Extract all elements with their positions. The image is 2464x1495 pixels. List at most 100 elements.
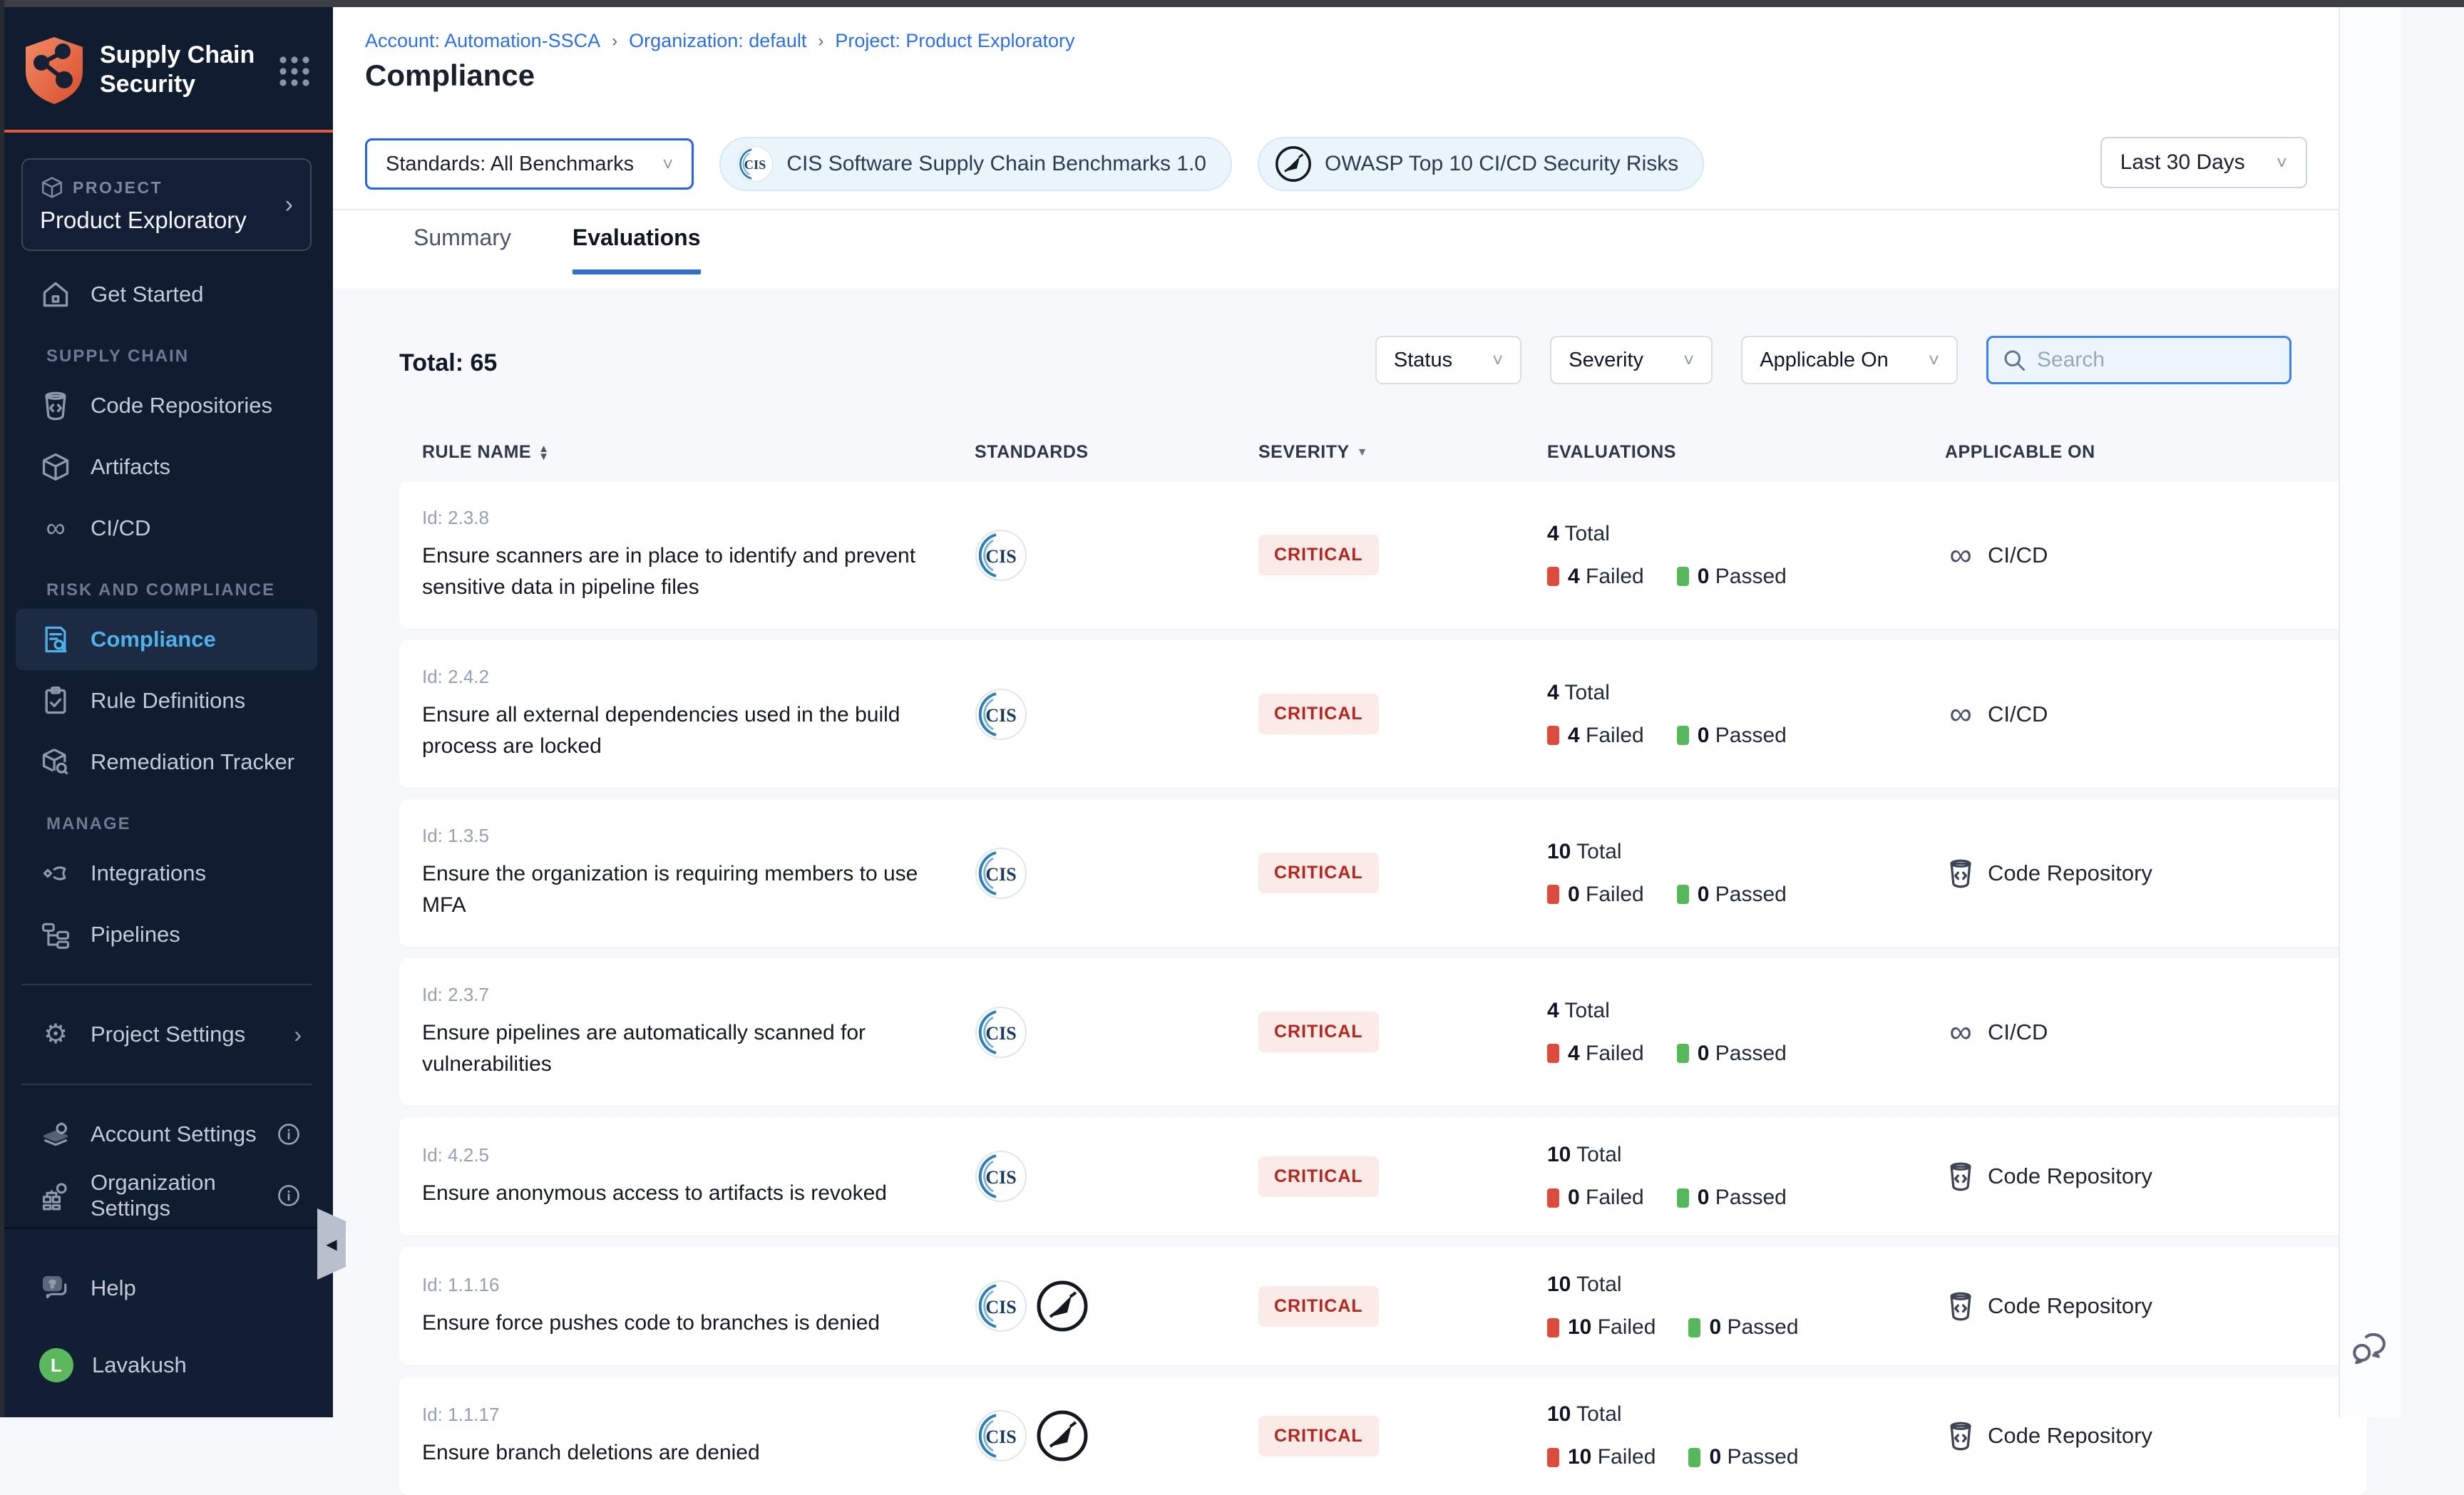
cicd-infinity-icon: ∞ <box>1945 1017 1976 1048</box>
cicd-infinity-icon: ∞ <box>1945 540 1976 571</box>
sidebar-item-rule-definitions[interactable]: Rule Definitions <box>0 670 333 731</box>
chip-cis-benchmark[interactable]: CIS Software Supply Chain Benchmarks 1.0 <box>719 137 1232 191</box>
eval-passed-label: Passed <box>1715 724 1787 747</box>
chip-owasp-top10[interactable]: OWASP Top 10 CI/CD Security Risks <box>1258 137 1704 191</box>
column-severity: SEVERITY ▼ <box>1208 442 1494 463</box>
chip-label: CIS Software Supply Chain Benchmarks 1.0 <box>786 152 1206 176</box>
standards-dropdown[interactable]: Standards: All Benchmarks ˅ <box>365 138 694 190</box>
support-chat-icon[interactable] <box>2348 1326 2391 1369</box>
cicd-infinity-icon: ∞ <box>1945 699 1976 730</box>
account-layers-icon <box>39 1118 72 1151</box>
sort-icon[interactable]: ▲▼ <box>538 445 549 461</box>
eval-passed-label: Passed <box>1715 883 1787 906</box>
failed-indicator <box>1547 885 1559 904</box>
applicable-on-label: Code Repository <box>1988 860 2152 886</box>
applicable-on-filter-dropdown[interactable]: Applicable On ˅ <box>1741 336 1958 384</box>
rule-id: Id: 2.4.2 <box>422 666 948 688</box>
sort-desc-icon[interactable]: ▼ <box>1357 446 1368 459</box>
project-selector[interactable]: PROJECT Product Exploratory › <box>21 158 312 251</box>
sidebar-item-artifacts[interactable]: Artifacts <box>0 436 333 498</box>
severity-badge: CRITICAL <box>1258 1286 1379 1327</box>
column-rule-name: RULE NAME ▲▼ <box>399 442 948 463</box>
search-input[interactable] <box>2037 348 2276 372</box>
breadcrumb-project[interactable]: Project: Product Exploratory <box>835 30 1074 52</box>
right-gutter <box>2339 7 2401 1417</box>
search-icon <box>2001 347 2027 373</box>
passed-indicator <box>1688 1448 1700 1467</box>
sidebar-item-get-started[interactable]: Get Started <box>0 264 333 325</box>
eval-total-count: 4 <box>1547 522 1559 545</box>
sidebar-item-compliance[interactable]: Compliance <box>16 609 317 670</box>
tab-bar: Summary Evaluations <box>414 225 701 274</box>
pipelines-flow-icon <box>39 918 72 951</box>
passed-indicator <box>1677 885 1689 904</box>
failed-indicator <box>1547 1044 1559 1063</box>
eval-passed-label: Passed <box>1715 1186 1787 1209</box>
severity-filter-dropdown[interactable]: Severity ˅ <box>1550 336 1713 384</box>
table-row[interactable]: Id: 1.3.5 Ensure the organization is req… <box>399 799 2367 947</box>
eval-failed-label: Failed <box>1586 1042 1644 1065</box>
info-icon[interactable] <box>276 1183 302 1208</box>
table-row[interactable]: Id: 1.1.17 Ensure branch deletions are d… <box>399 1377 2367 1495</box>
breadcrumb-account[interactable]: Account: Automation-SSCA <box>365 30 600 52</box>
sidebar-item-project-settings[interactable]: ⚙ Project Settings › <box>0 1004 333 1065</box>
applicable-on-label: Code Repository <box>1988 1293 2152 1319</box>
eval-passed-label: Passed <box>1727 1445 1798 1469</box>
sidebar-item-pipelines[interactable]: Pipelines <box>0 904 333 965</box>
eval-failed-count: 0 <box>1568 883 1580 906</box>
breadcrumb-organization[interactable]: Organization: default <box>629 30 806 52</box>
date-range-dropdown[interactable]: Last 30 Days ˅ <box>2100 137 2307 188</box>
chevron-down-icon: ˅ <box>1929 349 1939 371</box>
breadcrumb: Account: Automation-SSCA › Organization:… <box>365 30 1075 52</box>
sidebar-item-integrations[interactable]: Integrations <box>0 843 333 904</box>
sidebar-item-cicd[interactable]: ∞ CI/CD <box>0 498 333 559</box>
eval-failed-label: Failed <box>1586 883 1644 906</box>
help-chat-icon: ? <box>39 1272 72 1305</box>
sidebar-item-account-settings[interactable]: Account Settings <box>0 1104 333 1165</box>
eval-passed-count: 0 <box>1698 1186 1710 1209</box>
code-repository-icon <box>1945 1290 1976 1322</box>
eval-passed-count: 0 <box>1698 1042 1710 1065</box>
home-icon <box>39 278 72 311</box>
eval-total-count: 10 <box>1547 1402 1571 1426</box>
cis-standard-icon <box>975 1006 1027 1059</box>
table-row[interactable]: Id: 2.3.7 Ensure pipelines are automatic… <box>399 958 2367 1106</box>
rule-id: Id: 2.3.8 <box>422 507 948 529</box>
gear-icon: ⚙ <box>39 1018 72 1051</box>
table-row[interactable]: Id: 2.3.8 Ensure scanners are in place t… <box>399 481 2367 629</box>
info-icon[interactable] <box>276 1121 302 1147</box>
eval-passed-label: Passed <box>1715 1042 1787 1065</box>
compliance-doc-search-icon <box>39 623 72 656</box>
sidebar-item-label: Account Settings <box>91 1121 257 1147</box>
rule-id: Id: 1.1.16 <box>422 1274 948 1296</box>
code-repository-icon <box>1945 1420 1976 1452</box>
table-row[interactable]: Id: 4.2.5 Ensure anonymous access to art… <box>399 1117 2367 1235</box>
chevron-right-icon: › <box>294 1022 302 1048</box>
sidebar-item-organization-settings[interactable]: Organization Settings <box>0 1165 333 1226</box>
severity-badge: CRITICAL <box>1258 1012 1379 1052</box>
status-filter-dropdown[interactable]: Status ˅ <box>1375 336 1521 384</box>
help-button[interactable]: ? Help <box>0 1258 333 1319</box>
status-filter-label: Status <box>1394 349 1452 372</box>
tab-evaluations[interactable]: Evaluations <box>573 225 701 274</box>
table-row[interactable]: Id: 2.4.2 Ensure all external dependenci… <box>399 640 2367 788</box>
user-menu[interactable]: L Lavakush <box>0 1335 333 1396</box>
tab-summary[interactable]: Summary <box>414 225 511 274</box>
eval-failed-count: 0 <box>1568 1186 1580 1209</box>
sidebar: Supply Chain Security PROJECT Product Ex… <box>0 7 333 1417</box>
sidebar-item-label: Get Started <box>91 282 204 307</box>
passed-indicator <box>1677 1044 1689 1063</box>
sidebar-item-remediation-tracker[interactable]: Remediation Tracker <box>0 731 333 793</box>
apps-grid-icon[interactable] <box>276 53 313 90</box>
severity-badge: CRITICAL <box>1258 1156 1379 1197</box>
page-title: Compliance <box>365 58 535 93</box>
eval-total-count: 10 <box>1547 1273 1571 1296</box>
sidebar-item-label: Compliance <box>91 627 216 652</box>
sidebar-item-code-repositories[interactable]: Code Repositories <box>0 375 333 436</box>
infinity-icon: ∞ <box>39 512 72 545</box>
table-row[interactable]: Id: 1.1.16 Ensure force pushes code to b… <box>399 1247 2367 1365</box>
code-repository-icon <box>1945 858 1976 889</box>
main-area: Account: Automation-SSCA › Organization:… <box>333 7 2401 1417</box>
sidebar-item-label: Code Repositories <box>91 393 272 418</box>
eval-failed-count: 4 <box>1568 565 1580 588</box>
